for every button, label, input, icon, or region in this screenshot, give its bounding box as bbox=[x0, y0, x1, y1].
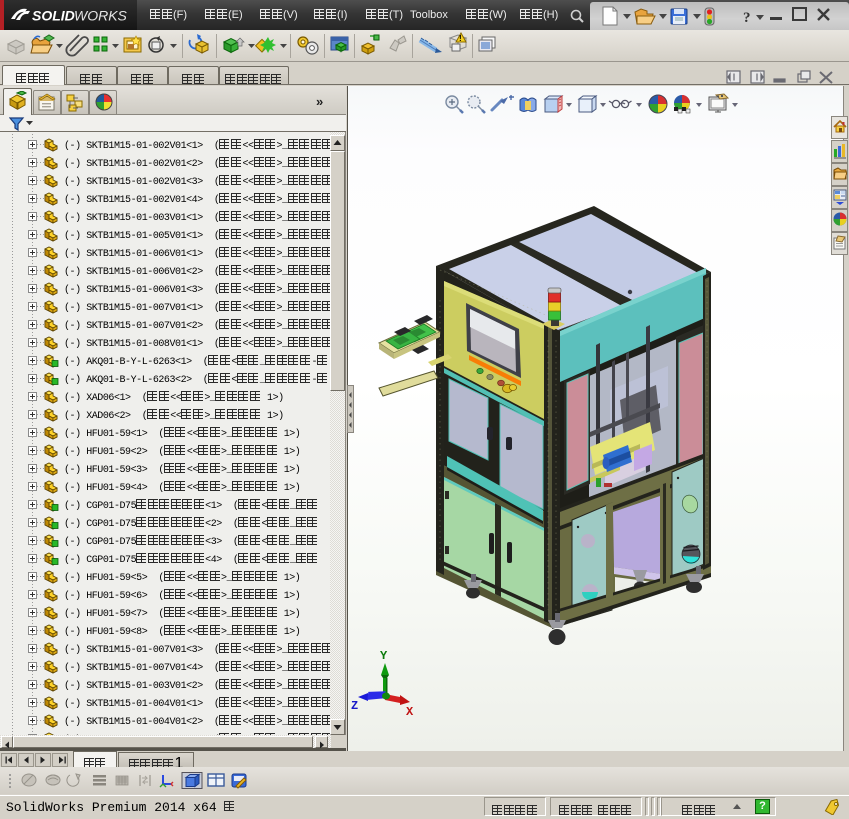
svg-text:Y: Y bbox=[380, 649, 388, 663]
svg-text:X: X bbox=[406, 705, 414, 719]
svg-text:?: ? bbox=[743, 10, 751, 26]
svg-text:Z: Z bbox=[351, 699, 358, 713]
svg-text:!: ! bbox=[459, 34, 462, 43]
svg-text:WORKS: WORKS bbox=[74, 8, 128, 24]
svg-text:SOLID: SOLID bbox=[32, 8, 75, 24]
